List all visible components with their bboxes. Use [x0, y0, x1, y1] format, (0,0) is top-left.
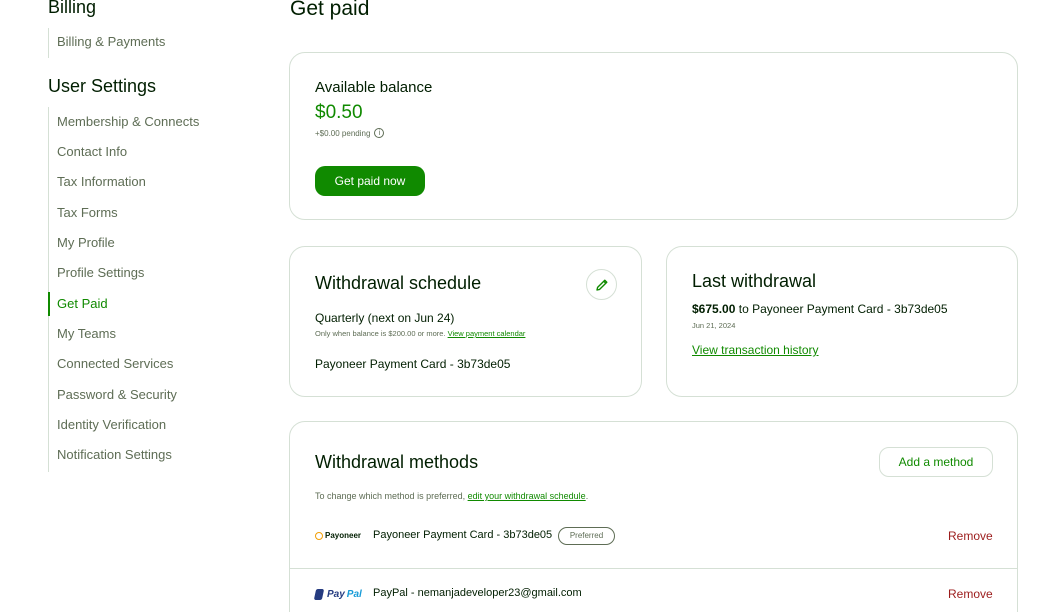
view-transaction-history-link[interactable]: View transaction history: [692, 343, 819, 357]
balance-amount: $0.50: [315, 102, 363, 123]
edit-schedule-button[interactable]: [586, 269, 617, 300]
last-withdrawal-date: Jun 21, 2024: [692, 321, 736, 330]
method-name: Payoneer Payment Card - 3b73de05: [373, 529, 553, 541]
schedule-note-text: Only when balance is $200.00 or more.: [315, 329, 446, 338]
sidebar-item-password-security[interactable]: Password & Security: [49, 383, 249, 407]
schedule-method: Payoneer Payment Card - 3b73de05: [315, 357, 511, 371]
paypal-logo-pay: Pay: [327, 589, 345, 600]
last-withdrawal-title: Last withdrawal: [692, 271, 817, 291]
withdrawal-methods-title: Withdrawal methods: [315, 452, 479, 472]
remove-paypal-button[interactable]: Remove: [948, 587, 993, 601]
paypal-logo: Pay Pal: [313, 589, 362, 600]
add-method-button[interactable]: Add a method: [879, 447, 993, 477]
sidebar-item-connected-services[interactable]: Connected Services: [49, 352, 249, 376]
methods-note-suffix: .: [585, 491, 589, 501]
methods-note: To change which method is preferred, edi…: [315, 491, 588, 501]
sidebar-item-tax-information[interactable]: Tax Information: [49, 170, 249, 194]
schedule-frequency: Quarterly (next on Jun 24): [315, 311, 455, 325]
sidebar-item-membership-connects[interactable]: Membership & Connects: [49, 110, 249, 134]
withdrawal-schedule-card: Withdrawal schedule Quarterly (next on J…: [289, 246, 642, 397]
page-title: Get paid: [290, 0, 370, 20]
sidebar-item-billing-payments[interactable]: Billing & Payments: [49, 30, 249, 54]
payoneer-logo: Payoneer: [315, 531, 361, 540]
withdrawal-method-row: Pay Pal PayPal - nemanjadeveloper23@gmail…: [290, 568, 1017, 604]
withdrawal-schedule-title: Withdrawal schedule: [315, 273, 482, 293]
user-settings-section-title: User Settings: [48, 76, 157, 96]
get-paid-now-button[interactable]: Get paid now: [315, 166, 425, 196]
sidebar-item-my-teams[interactable]: My Teams: [49, 322, 249, 346]
withdrawal-methods-card: Withdrawal methods Add a method To chang…: [289, 421, 1018, 612]
sidebar-item-profile-settings[interactable]: Profile Settings: [49, 261, 249, 285]
billing-nav-group: Billing & Payments: [48, 28, 165, 58]
withdrawal-method-row: Payoneer Payoneer Payment Card - 3b73de0…: [290, 520, 1017, 556]
pending-text: +$0.00 pending: [315, 128, 371, 138]
method-name: PayPal - nemanjadeveloper23@gmail.com: [373, 587, 582, 599]
schedule-note: Only when balance is $200.00 or more. Vi…: [315, 329, 525, 338]
paypal-logo-pal: Pal: [346, 589, 362, 600]
payoneer-ring-icon: [315, 531, 323, 540]
available-balance-card: Available balance $0.50 +$0.00 pending i…: [289, 52, 1018, 220]
last-withdrawal-card: Last withdrawal $675.00 to Payoneer Paym…: [666, 246, 1018, 397]
info-icon[interactable]: i: [374, 128, 385, 138]
paypal-p-icon: [313, 589, 325, 600]
last-withdrawal-detail: $675.00 to Payoneer Payment Card - 3b73d…: [692, 302, 948, 316]
billing-section-title: Billing: [48, 0, 97, 17]
payoneer-logo-text: Payoneer: [325, 531, 362, 540]
methods-note-prefix: To change which method is preferred,: [315, 491, 466, 501]
last-withdrawal-destination: to Payoneer Payment Card - 3b73de05: [738, 302, 948, 316]
pencil-icon: [595, 279, 607, 291]
pending-amount: +$0.00 pending i: [315, 128, 385, 138]
last-withdrawal-amount: $675.00: [692, 302, 736, 316]
sidebar-item-contact-info[interactable]: Contact Info: [49, 140, 249, 164]
sidebar-item-my-profile[interactable]: My Profile: [49, 231, 249, 255]
sidebar-item-tax-forms[interactable]: Tax Forms: [49, 201, 249, 225]
view-payment-calendar-link[interactable]: View payment calendar: [448, 329, 526, 338]
sidebar-item-identity-verification[interactable]: Identity Verification: [49, 413, 249, 437]
preferred-badge: Preferred: [558, 527, 615, 545]
edit-withdrawal-schedule-link[interactable]: edit your withdrawal schedule: [468, 491, 586, 501]
sidebar-item-notification-settings[interactable]: Notification Settings: [49, 443, 249, 467]
sidebar-item-get-paid[interactable]: Get Paid: [48, 292, 248, 316]
remove-payoneer-button[interactable]: Remove: [948, 529, 993, 543]
user-settings-nav-group: Membership & Connects Contact Info Tax I…: [48, 107, 199, 472]
balance-label: Available balance: [315, 79, 433, 96]
